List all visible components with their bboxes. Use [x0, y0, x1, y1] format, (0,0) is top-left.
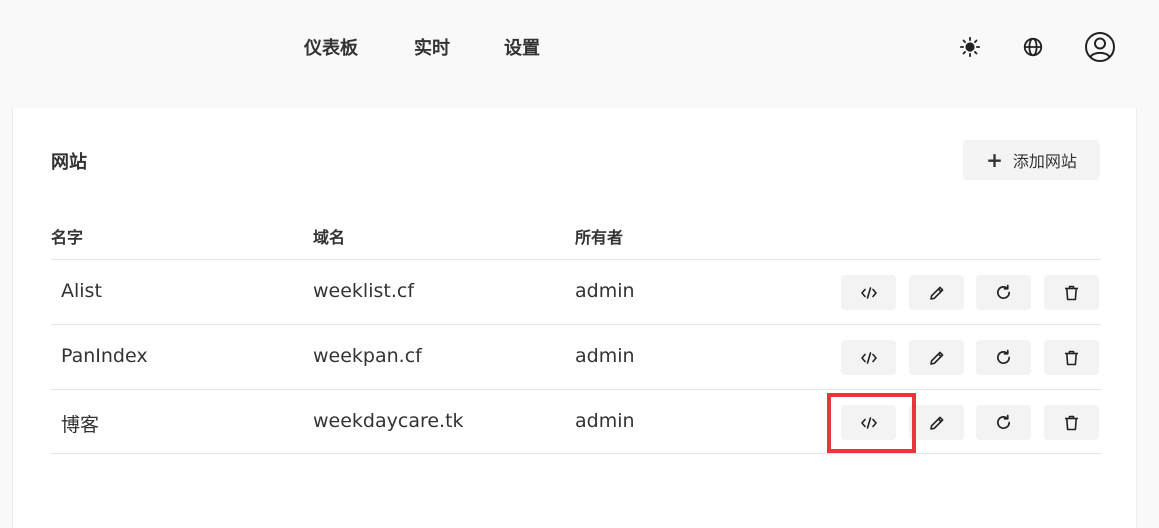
- nav-realtime[interactable]: 实时: [414, 34, 450, 60]
- code-icon: [860, 351, 877, 364]
- row-owner: admin: [575, 410, 635, 432]
- code-icon: [860, 416, 877, 429]
- user-circle-icon[interactable]: [1084, 31, 1116, 63]
- delete-button[interactable]: [1044, 340, 1099, 375]
- add-website-button[interactable]: + 添加网站: [963, 140, 1100, 180]
- code-button[interactable]: [841, 405, 896, 440]
- add-website-label: 添加网站: [1012, 152, 1077, 171]
- trash-icon: [1065, 350, 1078, 365]
- row-domain: weekpan.cf: [313, 345, 422, 367]
- code-button[interactable]: [841, 340, 896, 375]
- table-row: PanIndex weekpan.cf admin: [51, 324, 1101, 389]
- websites-card: 网站 + 添加网站 名字 域名 所有者 Alist weeklist.cf ad…: [12, 108, 1137, 528]
- pencil-icon: [929, 286, 943, 300]
- trash-icon: [1065, 415, 1078, 430]
- code-icon: [860, 286, 877, 299]
- row-owner: admin: [575, 345, 635, 367]
- row-name: Alist: [61, 280, 102, 302]
- delete-button[interactable]: [1044, 405, 1099, 440]
- delete-button[interactable]: [1044, 275, 1099, 310]
- pencil-icon: [929, 351, 943, 365]
- edit-button[interactable]: [909, 275, 964, 310]
- column-header-domain: 域名: [313, 228, 346, 247]
- nav-settings[interactable]: 设置: [504, 34, 540, 60]
- globe-icon[interactable]: [1019, 33, 1047, 61]
- code-button[interactable]: [841, 275, 896, 310]
- row-domain: weekdaycare.tk: [313, 410, 464, 432]
- pencil-icon: [929, 416, 943, 430]
- refresh-icon: [997, 284, 1011, 300]
- table-row: Alist weeklist.cf admin: [51, 259, 1101, 324]
- row-name: PanIndex: [61, 345, 148, 367]
- refresh-icon: [997, 414, 1011, 430]
- edit-button[interactable]: [909, 405, 964, 440]
- page-title: 网站: [51, 152, 87, 173]
- nav-dashboard[interactable]: 仪表板: [304, 34, 358, 60]
- column-header-name: 名字: [51, 228, 84, 247]
- refresh-button[interactable]: [976, 340, 1031, 375]
- refresh-icon: [997, 349, 1011, 365]
- trash-icon: [1065, 285, 1078, 300]
- top-nav-bar: 仪表板 实时 设置: [0, 0, 1159, 108]
- refresh-button[interactable]: [976, 275, 1031, 310]
- row-domain: weeklist.cf: [313, 280, 415, 302]
- column-header-owner: 所有者: [575, 228, 624, 247]
- refresh-button[interactable]: [976, 405, 1031, 440]
- edit-button[interactable]: [909, 340, 964, 375]
- sun-icon[interactable]: [956, 33, 984, 61]
- plus-icon: +: [986, 148, 1003, 172]
- row-name: 博客: [61, 414, 100, 436]
- row-owner: admin: [575, 280, 635, 302]
- table-row: 博客 weekdaycare.tk admin: [51, 389, 1101, 454]
